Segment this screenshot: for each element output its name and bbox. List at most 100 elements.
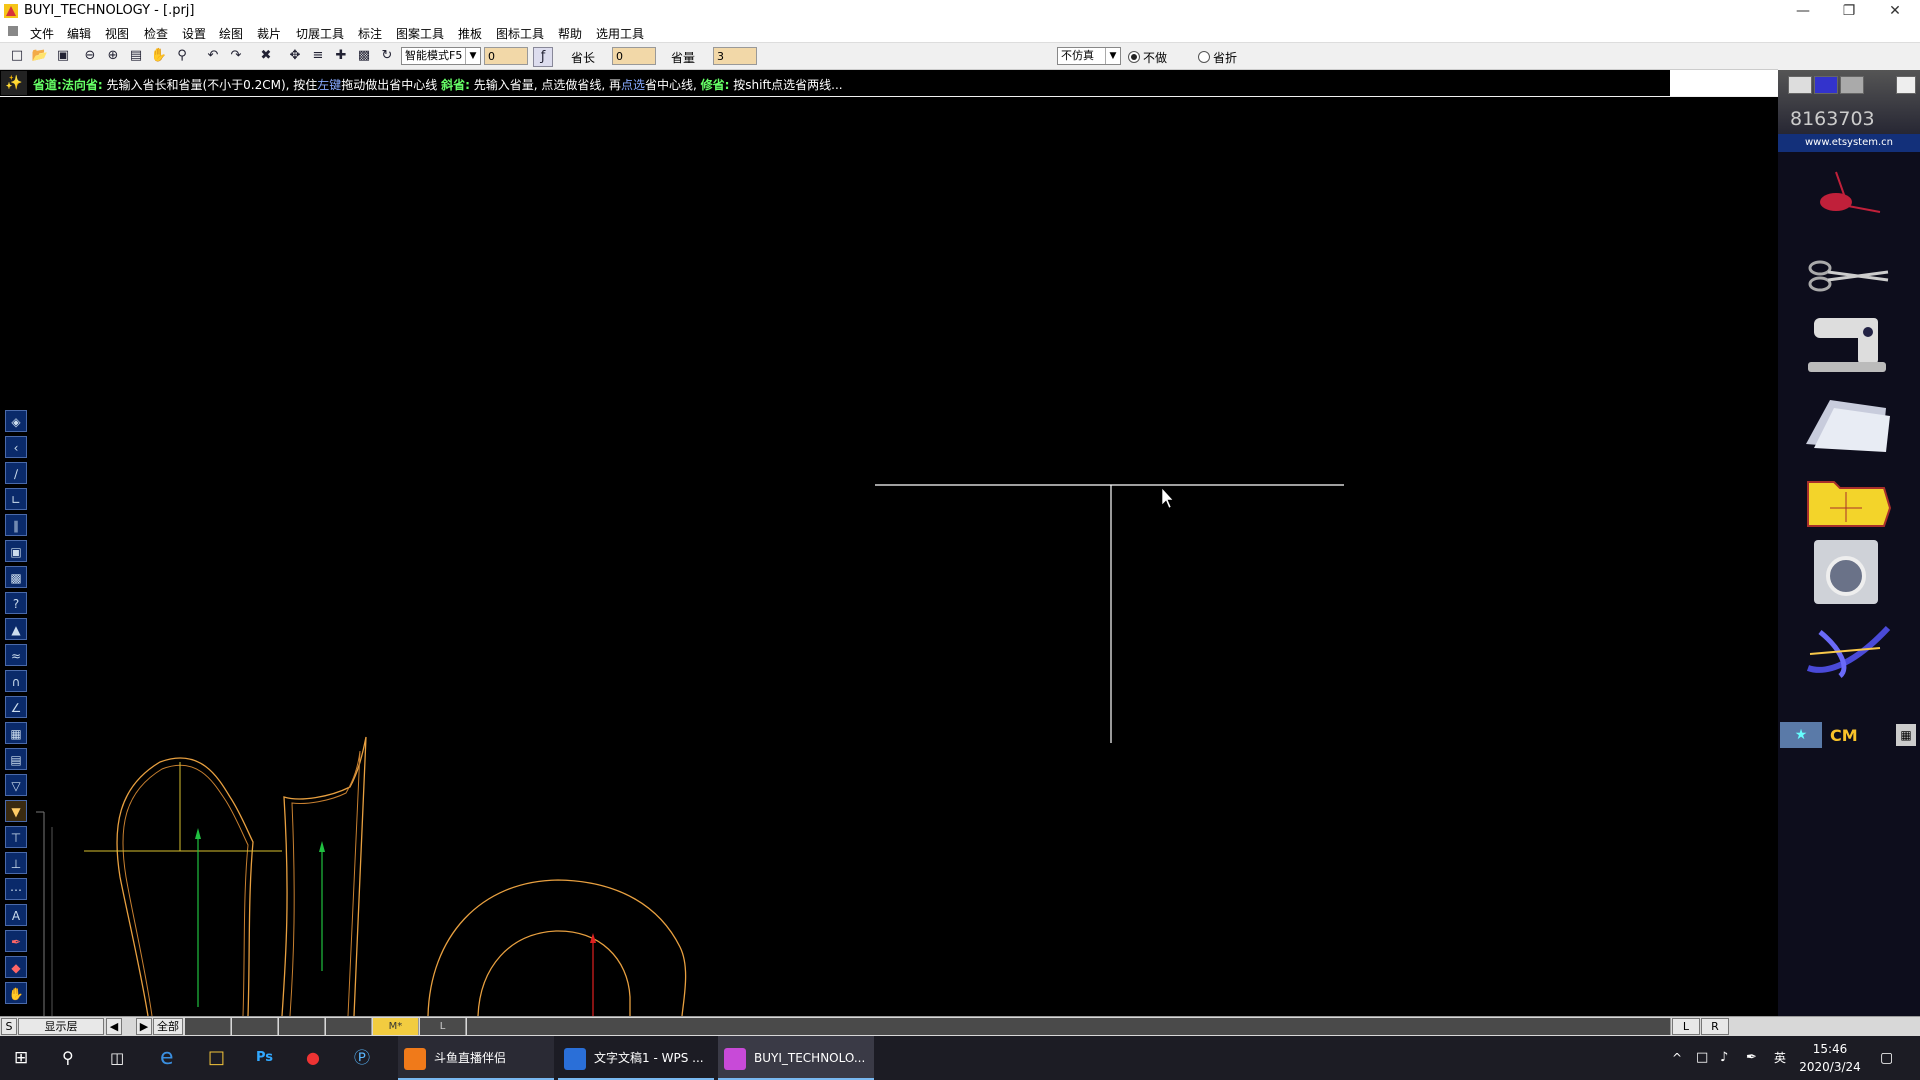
minimize-button[interactable]: — (1780, 0, 1826, 22)
photoshop-icon[interactable]: Ps (256, 1036, 273, 1080)
fit-window-icon[interactable]: ▤ (127, 47, 145, 65)
list-icon[interactable] (1896, 76, 1916, 94)
size-cell[interactable] (326, 1018, 372, 1035)
zoom-out-icon[interactable]: ⊖ (81, 47, 99, 65)
tool-arch-icon[interactable]: ∩ (5, 670, 27, 692)
tool-text-icon[interactable]: A (5, 904, 27, 926)
radio-fold[interactable] (1198, 51, 1210, 63)
radio-none[interactable] (1128, 51, 1140, 63)
pan-hand-icon[interactable]: ✋ (150, 47, 168, 65)
search-icon[interactable]: ⚲ (62, 1036, 74, 1080)
edge-browser-icon[interactable]: e (160, 1036, 174, 1080)
folder-icon[interactable] (1800, 468, 1892, 532)
tool-square-icon[interactable]: ▩ (5, 566, 27, 588)
tool-wave-icon[interactable]: ≈ (5, 644, 27, 666)
menu-edit[interactable]: 编辑 (67, 25, 91, 42)
k-app-icon[interactable]: Ⓟ (354, 1036, 370, 1080)
save-icon[interactable]: ▣ (54, 47, 72, 65)
size-cell[interactable] (185, 1018, 231, 1035)
mode-select[interactable]: 智能模式F5 ▼ (401, 47, 481, 65)
taskbar-app-buyi[interactable]: BUYI_TECHNOLO... (718, 1036, 874, 1080)
palette-icon[interactable] (1814, 76, 1838, 94)
scroll-left-icon[interactable]: ◀ (106, 1018, 122, 1035)
tool-parallel-icon[interactable]: ∥ (5, 514, 27, 536)
taskbar-app-douyu[interactable]: 斗鱼直播伴侣 (398, 1036, 554, 1080)
tool-frame-icon[interactable]: ▣ (5, 540, 27, 562)
menu-check[interactable]: 检查 (144, 25, 168, 42)
zoom-in-icon[interactable]: ⊕ (104, 47, 122, 65)
menu-settings[interactable]: 设置 (182, 25, 206, 42)
size-s-button[interactable]: S (1, 1018, 17, 1035)
tool-question-icon[interactable]: ? (5, 592, 27, 614)
sleeve-pattern-piece[interactable] (116, 757, 254, 1017)
close-button[interactable]: ✕ (1872, 0, 1918, 22)
chevron-up-icon[interactable]: ^ (1672, 1036, 1682, 1080)
volume-icon[interactable]: ♪ (1720, 1036, 1728, 1080)
paper-sheets-icon[interactable] (1800, 390, 1892, 454)
function-icon[interactable]: ƒ (533, 47, 553, 67)
sewing-machine-icon[interactable] (1800, 310, 1892, 374)
select-delete-icon[interactable]: ✖ (257, 47, 275, 65)
tool-notch-icon[interactable]: ⊤ (5, 826, 27, 848)
tool-mark-icon[interactable]: ◆ (5, 956, 27, 978)
menu-draw[interactable]: 绘图 (219, 25, 243, 42)
menu-select-tools[interactable]: 选用工具 (596, 25, 644, 42)
scale-icon[interactable]: ▩ (355, 47, 373, 65)
task-view-icon[interactable]: ◫ (110, 1036, 124, 1080)
move-icon[interactable]: ✥ (286, 47, 304, 65)
drawing-canvas[interactable] (0, 97, 1778, 1017)
calculator-icon[interactable]: ▦ (1896, 724, 1916, 746)
windows-start-icon[interactable]: ⊞ (14, 1036, 28, 1080)
network-icon[interactable]: □ (1696, 1036, 1708, 1080)
doc-menu-icon[interactable] (8, 26, 18, 36)
simulation-select[interactable]: 不仿真 ▼ (1057, 47, 1121, 65)
tool-slant-icon[interactable]: ∠ (5, 696, 27, 718)
tool-line-icon[interactable]: ∕ (5, 462, 27, 484)
menu-pieces[interactable]: 裁片 (257, 25, 281, 42)
menu-grading[interactable]: 推板 (458, 25, 482, 42)
menu-cut-expand-tools[interactable]: 切展工具 (296, 25, 344, 42)
collar-inner-piece[interactable] (477, 930, 631, 1017)
tool-dart-icon[interactable]: ▼ (5, 800, 27, 822)
clock[interactable]: 15:46 2020/3/24 (1790, 1040, 1870, 1076)
grade-l-button[interactable]: L (1672, 1018, 1700, 1035)
size-l-cell[interactable]: L (420, 1018, 466, 1035)
new-file-icon[interactable]: □ (8, 47, 26, 65)
align-icon[interactable]: ≡ (309, 47, 327, 65)
undo-icon[interactable]: ↶ (204, 47, 222, 65)
cross-icon[interactable]: ✚ (332, 47, 350, 65)
rotate-icon[interactable]: ↻ (378, 47, 396, 65)
restore-button[interactable]: ❐ (1826, 0, 1872, 22)
zoom-window-icon[interactable]: ⚲ (173, 47, 191, 65)
tool-dashes-icon[interactable]: ⋯ (5, 878, 27, 900)
dart-amount-input[interactable]: 3 (713, 47, 757, 65)
all-sizes-button[interactable]: 全部 (153, 1018, 183, 1035)
tool-save-icon[interactable]: ▦ (5, 722, 27, 744)
notification-icon[interactable]: ▢ (1880, 1036, 1893, 1080)
tool-point-icon[interactable]: ◈ (5, 410, 27, 432)
window-icon[interactable] (1788, 76, 1812, 94)
washing-machine-icon[interactable] (1800, 540, 1892, 604)
menu-icon-tools[interactable]: 图标工具 (496, 25, 544, 42)
redo-icon[interactable]: ↷ (227, 47, 245, 65)
input-method-icon[interactable]: ★ (1780, 722, 1822, 748)
unit-label[interactable]: CM (1830, 726, 1858, 745)
menu-file[interactable]: 文件 (30, 25, 54, 42)
menu-pattern-tools[interactable]: 图案工具 (396, 25, 444, 42)
tool-stack-icon[interactable]: ▤ (5, 748, 27, 770)
size-m-cell[interactable]: M* (373, 1018, 419, 1035)
tool-funnel-icon[interactable]: ▽ (5, 774, 27, 796)
ime-indicator[interactable]: 英 (1774, 1036, 1786, 1080)
tool-curve-icon[interactable]: ‹ (5, 436, 27, 458)
size-cell[interactable] (232, 1018, 278, 1035)
collar-outer-piece[interactable] (427, 879, 687, 1017)
taskbar-app-wps[interactable]: 文字文稿1 - WPS ... (558, 1036, 714, 1080)
menu-annotate[interactable]: 标注 (358, 25, 382, 42)
tool-pen-icon[interactable]: ✒ (5, 930, 27, 952)
placket-pattern-piece[interactable] (281, 736, 367, 1017)
value-field[interactable]: 0 (484, 47, 528, 65)
pattern-tool-icon[interactable] (1800, 162, 1892, 226)
menu-help[interactable]: 帮助 (558, 25, 582, 42)
size-cell[interactable] (279, 1018, 325, 1035)
grade-r-button[interactable]: R (1701, 1018, 1729, 1035)
